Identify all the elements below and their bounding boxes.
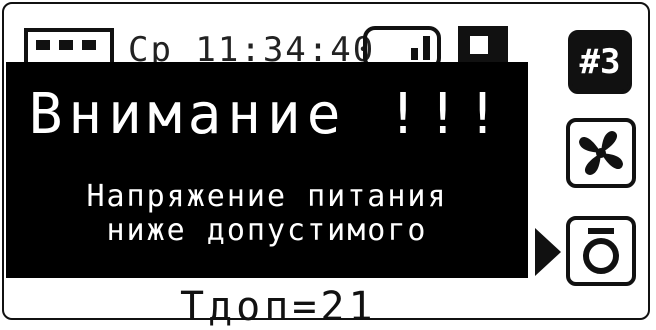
warning-title: Внимание !!! (28, 82, 506, 147)
fan-button[interactable] (566, 118, 636, 188)
fan-icon (579, 131, 623, 175)
mode-3-button[interactable]: #3 (568, 30, 632, 94)
warning-dialog: Внимание !!! Напряжение питания ниже доп… (6, 62, 528, 278)
warning-message: Напряжение питания ниже допустимого (86, 179, 448, 248)
mode-label: #3 (579, 42, 621, 82)
temperature-setpoint: Тдоп=21 (180, 284, 377, 330)
ring-sensor-icon (583, 228, 619, 274)
sensor-button[interactable] (566, 216, 636, 286)
selection-arrow-icon (535, 228, 561, 276)
